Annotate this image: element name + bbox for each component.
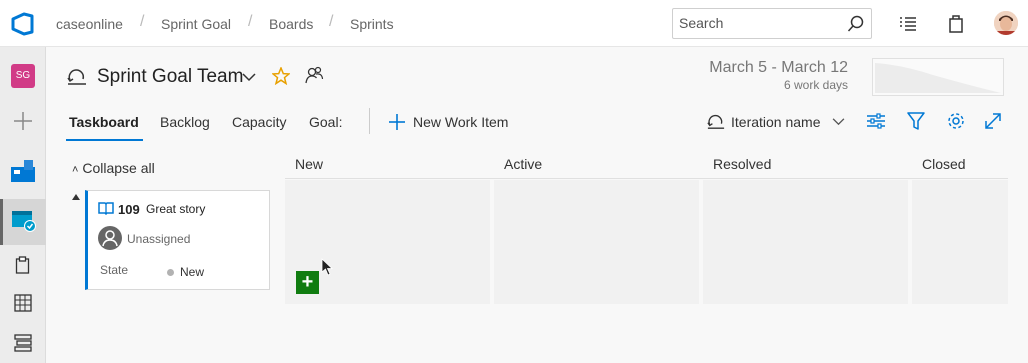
breadcrumb-separator: / xyxy=(140,13,145,30)
breadcrumb-boards[interactable]: Boards xyxy=(269,16,313,32)
column-header-new: New xyxy=(295,156,324,172)
book-icon xyxy=(98,202,114,215)
chevron-down-icon[interactable] xyxy=(832,117,845,126)
mouse-pointer-icon xyxy=(321,258,333,276)
unassigned-avatar-icon[interactable] xyxy=(98,226,122,250)
plus-icon[interactable] xyxy=(388,113,406,131)
new-work-item-button[interactable]: New Work Item xyxy=(413,114,508,130)
user-avatar-icon[interactable] xyxy=(994,11,1018,35)
lane-cell-resolved[interactable] xyxy=(703,180,908,304)
iteration-icon xyxy=(67,69,86,85)
work-item-title[interactable]: Great story xyxy=(146,202,205,216)
team-project-item[interactable]: SG xyxy=(0,51,46,91)
sprint-work-days: 6 work days xyxy=(783,78,848,92)
shopping-bag-icon[interactable] xyxy=(945,12,967,34)
work-item-assignee[interactable]: Unassigned xyxy=(127,232,190,246)
gear-icon[interactable] xyxy=(946,111,966,131)
top-bar: caseonline / Sprint Goal / Boards / Spri… xyxy=(0,0,1028,47)
tab-taskboard[interactable]: Taskboard xyxy=(69,114,139,130)
azure-devops-logo-icon[interactable] xyxy=(10,11,36,37)
sprints-nav-item[interactable] xyxy=(0,199,46,245)
lane-cell-active[interactable] xyxy=(494,180,699,304)
add-task-button[interactable]: + xyxy=(296,271,319,294)
sprints-icon xyxy=(12,211,36,232)
boards-icon[interactable] xyxy=(10,159,36,183)
iteration-icon xyxy=(707,114,725,129)
search-icon[interactable] xyxy=(847,15,865,33)
settings-sliders-icon[interactable] xyxy=(866,111,886,131)
team-members-icon[interactable] xyxy=(304,66,324,84)
expand-icon[interactable] xyxy=(983,111,1003,131)
work-item-card[interactable]: 109 Great story Unassigned State New xyxy=(85,190,270,290)
double-chevron-up-icon: ˄ xyxy=(72,164,79,176)
breadcrumb-separator: / xyxy=(329,13,334,30)
star-icon[interactable] xyxy=(272,67,290,85)
work-item-id[interactable]: 109 xyxy=(118,202,140,217)
filter-icon[interactable] xyxy=(906,111,926,131)
collapse-all-label: Collapse all xyxy=(82,160,155,176)
lane-cell-closed[interactable] xyxy=(912,180,1008,304)
breadcrumb-org[interactable]: caseonline xyxy=(56,16,123,32)
collapse-all-button[interactable]: ˄ Collapse all xyxy=(72,160,155,176)
breadcrumb-separator: / xyxy=(248,13,253,30)
clipboard-icon[interactable] xyxy=(15,256,31,274)
state-dot xyxy=(167,269,174,276)
plus-icon[interactable] xyxy=(13,111,33,131)
tab-capacity[interactable]: Capacity xyxy=(232,114,286,130)
grid-icon[interactable] xyxy=(14,294,32,312)
list-icon[interactable] xyxy=(14,334,32,352)
burndown-thumbnail[interactable] xyxy=(872,58,1004,96)
left-nav: SG xyxy=(0,47,46,363)
column-header-active: Active xyxy=(504,156,543,172)
tab-selected-indicator xyxy=(66,139,143,141)
team-badge: SG xyxy=(11,64,35,88)
team-selector[interactable]: Sprint Goal Team xyxy=(97,66,243,88)
breadcrumb-sprints[interactable]: Sprints xyxy=(350,16,394,32)
toolbar-divider xyxy=(369,108,370,134)
iteration-selector[interactable]: Iteration name xyxy=(731,114,821,130)
search-input[interactable] xyxy=(679,15,839,31)
search-box[interactable] xyxy=(672,8,872,39)
checklist-icon[interactable] xyxy=(897,12,919,34)
sprint-dates: March 5 - March 12 xyxy=(709,59,848,76)
tab-backlog[interactable]: Backlog xyxy=(160,114,210,130)
column-header-divider xyxy=(285,178,1008,179)
row-collapse-triangle-icon[interactable] xyxy=(72,194,80,200)
tab-goal[interactable]: Goal: xyxy=(309,114,342,130)
work-item-state-label: State xyxy=(100,263,129,277)
column-header-closed: Closed xyxy=(922,156,966,172)
column-header-resolved: Resolved xyxy=(713,156,772,172)
chevron-down-icon[interactable] xyxy=(242,72,256,82)
breadcrumb-project[interactable]: Sprint Goal xyxy=(161,16,231,32)
work-item-state-value[interactable]: New xyxy=(180,265,204,279)
